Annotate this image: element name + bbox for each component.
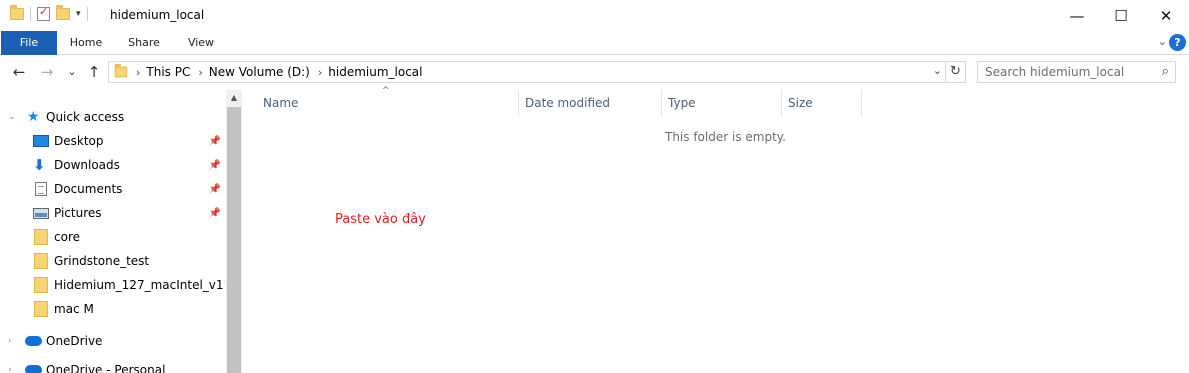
sidebar-item-label: mac M: [54, 302, 94, 316]
folder-icon: [34, 301, 48, 317]
chevron-down-icon[interactable]: ⌄: [1158, 35, 1167, 48]
search-icon[interactable]: ⌕: [1162, 64, 1169, 79]
column-header-size[interactable]: Size: [782, 90, 862, 116]
folder-icon: [114, 63, 128, 78]
folder-icon: [34, 277, 48, 293]
help-icon[interactable]: ?: [1169, 34, 1186, 51]
pictures-icon: [33, 207, 49, 219]
address-dropdown-icon[interactable]: ⌄: [933, 64, 942, 77]
star-icon: ★: [27, 109, 40, 125]
breadcrumb-this-pc[interactable]: This PC: [146, 65, 190, 79]
new-folder-icon[interactable]: [56, 5, 70, 20]
file-list[interactable]: ^ Name Date modified Type Size This fold…: [243, 86, 1189, 373]
chevron-down-icon[interactable]: ⌄: [8, 112, 16, 122]
breadcrumb-separator[interactable]: ›: [318, 66, 322, 79]
sidebar-item-label: Pictures: [54, 206, 102, 220]
empty-folder-message: This folder is empty.: [665, 130, 786, 144]
toolbar-divider: [86, 7, 88, 21]
folder-icon[interactable]: [10, 5, 24, 20]
tab-share[interactable]: Share: [118, 31, 170, 55]
sidebar-item-label: OneDrive: [46, 334, 103, 348]
documents-icon: [35, 182, 47, 196]
quick-access-toolbar: ▾: [10, 5, 88, 21]
sidebar-item-grindstone-test[interactable]: Grindstone_test: [0, 249, 225, 273]
breadcrumb-separator[interactable]: ›: [198, 66, 202, 79]
pin-icon: 📌: [208, 159, 221, 171]
sidebar-item-pictures[interactable]: Pictures 📌: [0, 201, 225, 225]
window-title: hidemium_local: [110, 8, 205, 22]
desktop-icon: [33, 135, 49, 147]
download-icon: ⬇: [33, 156, 46, 174]
tab-view[interactable]: View: [177, 31, 225, 55]
minimize-button[interactable]: —: [1054, 0, 1100, 31]
sidebar-item-hidemium-mac[interactable]: Hidemium_127_macIntel_v11: [0, 273, 225, 297]
chevron-right-icon[interactable]: ›: [8, 336, 12, 346]
cloud-icon: [25, 365, 42, 373]
navigation-bar: ← → ⌄ ↑ › This PC › New Volume (D:) › hi…: [0, 57, 1189, 87]
ribbon-tabs: File Home Share View ⌄ ?: [0, 31, 1189, 55]
address-bar[interactable]: › This PC › New Volume (D:) › hidemium_l…: [108, 61, 946, 83]
column-header-name[interactable]: Name: [257, 90, 519, 116]
search-input[interactable]: [978, 62, 1148, 82]
sidebar-item-label: OneDrive - Personal: [46, 363, 166, 373]
sidebar-item-label: Desktop: [54, 134, 104, 148]
sidebar-item-downloads[interactable]: ⬇ Downloads 📌: [0, 153, 225, 177]
up-button[interactable]: ↑: [84, 61, 104, 83]
sidebar-item-quick-access[interactable]: ⌄ ★ Quick access: [0, 105, 225, 129]
cloud-icon: [25, 336, 42, 346]
title-bar: ▾ hidemium_local — ☐ ✕: [0, 0, 1189, 31]
scrollbar-thumb[interactable]: [227, 107, 241, 373]
sidebar-item-label: Downloads: [54, 158, 120, 172]
sidebar-item-label: Quick access: [46, 110, 125, 124]
toolbar-divider: [30, 7, 31, 21]
paste-here-annotation: Paste vào đây: [335, 212, 426, 227]
navigation-pane: ⌄ ★ Quick access Desktop 📌 ⬇ Downloads 📌…: [0, 90, 225, 373]
scroll-up-icon[interactable]: ▲: [226, 90, 242, 106]
maximize-button[interactable]: ☐: [1098, 0, 1144, 31]
column-header-type[interactable]: Type: [662, 90, 782, 116]
forward-button[interactable]: →: [37, 61, 57, 83]
sidebar-item-label: core: [54, 230, 80, 244]
breadcrumb-separator[interactable]: ›: [136, 66, 140, 79]
chevron-right-icon[interactable]: ›: [8, 365, 12, 373]
close-button[interactable]: ✕: [1143, 0, 1189, 31]
refresh-button[interactable]: ↻: [946, 61, 966, 83]
tab-file[interactable]: File: [1, 31, 57, 55]
breadcrumb-new-volume[interactable]: New Volume (D:): [209, 65, 310, 79]
folder-icon: [34, 253, 48, 269]
column-header-date-modified[interactable]: Date modified: [519, 90, 662, 116]
pin-icon: 📌: [208, 183, 221, 195]
sidebar-item-desktop[interactable]: Desktop 📌: [0, 129, 225, 153]
pin-icon: 📌: [208, 135, 221, 147]
sidebar-item-label: Hidemium_127_macIntel_v11: [54, 278, 225, 292]
sidebar-item-onedrive-personal[interactable]: › OneDrive - Personal: [0, 358, 225, 373]
back-button[interactable]: ←: [9, 61, 29, 83]
customize-dropdown-icon[interactable]: ▾: [76, 9, 81, 19]
sidebar-scrollbar[interactable]: ▲: [226, 90, 242, 373]
sidebar-item-label: Documents: [54, 182, 123, 196]
properties-icon[interactable]: [37, 5, 50, 21]
sidebar-item-mac-m[interactable]: mac M: [0, 297, 225, 321]
breadcrumb-hidemium-local[interactable]: hidemium_local: [328, 65, 422, 79]
sidebar-item-label: Grindstone_test: [54, 254, 150, 268]
sidebar-item-core[interactable]: core: [0, 225, 225, 249]
pin-icon: 📌: [208, 207, 221, 219]
sidebar-item-onedrive[interactable]: › OneDrive: [0, 329, 225, 353]
folder-icon: [34, 229, 48, 245]
search-box[interactable]: ⌕: [977, 61, 1176, 83]
recent-locations-button[interactable]: ⌄: [62, 61, 82, 83]
tab-home[interactable]: Home: [62, 31, 110, 55]
sidebar-item-documents[interactable]: Documents 📌: [0, 177, 225, 201]
